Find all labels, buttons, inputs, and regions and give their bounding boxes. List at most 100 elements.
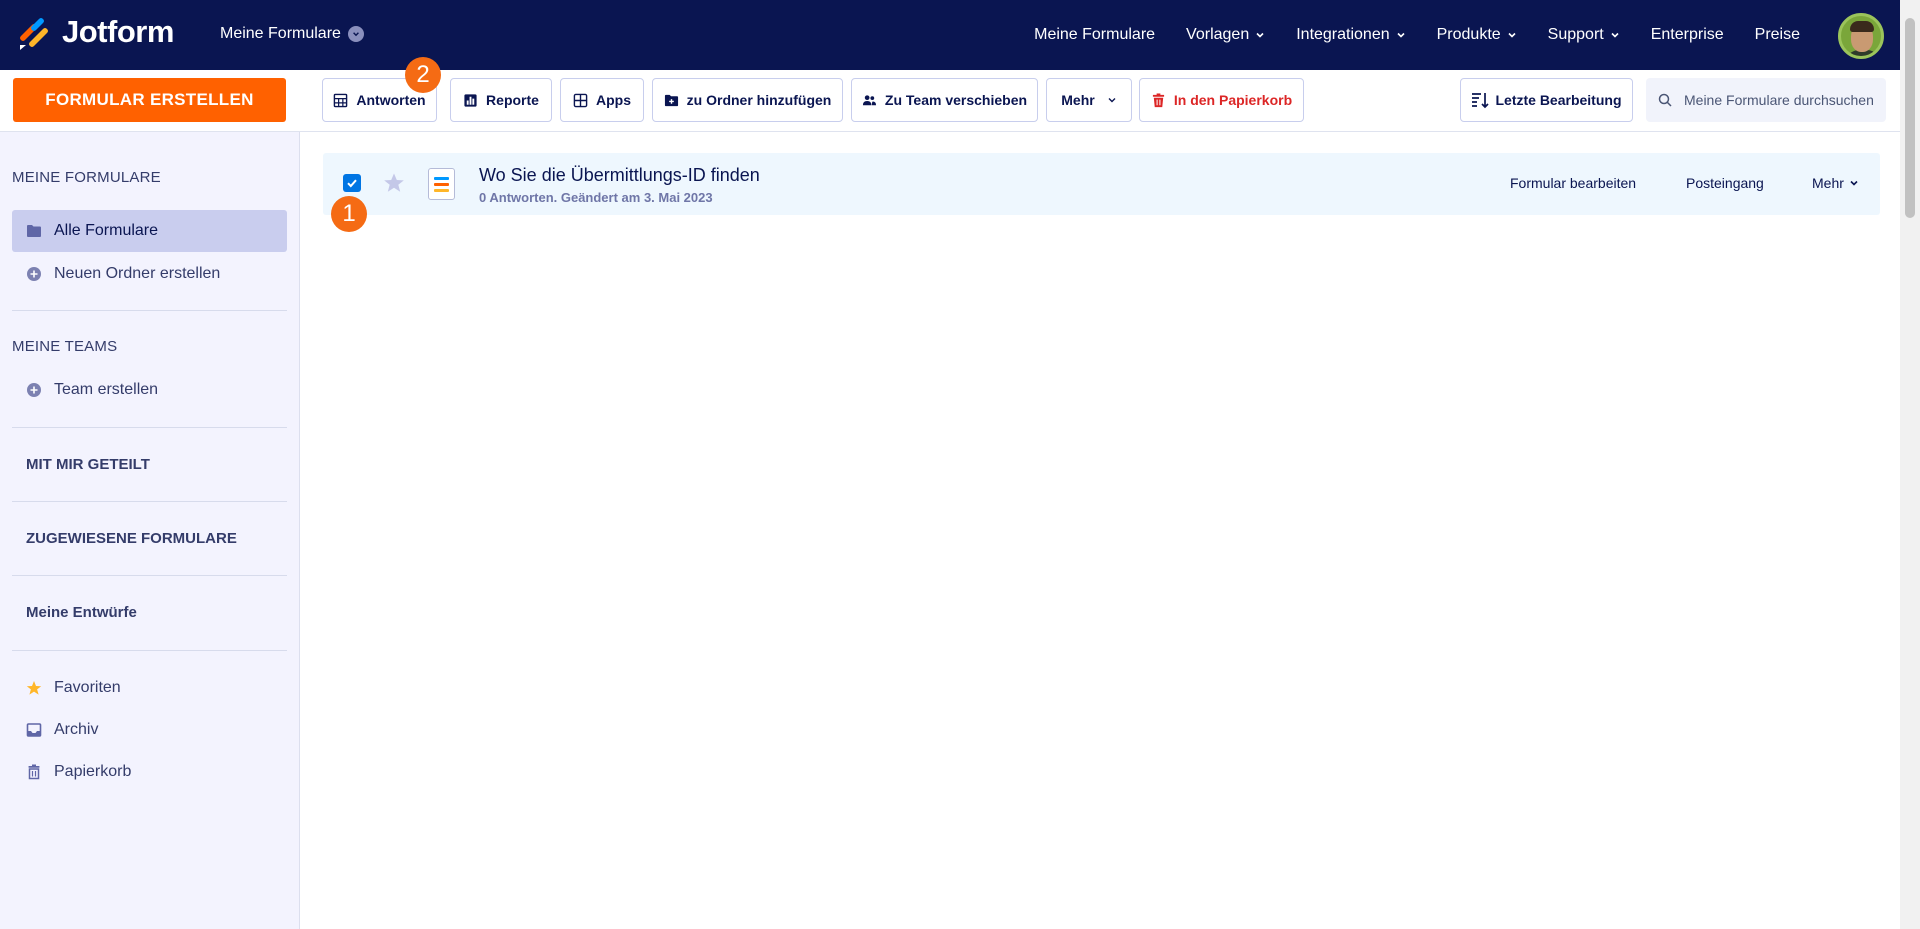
- folder-plus-icon: [664, 94, 678, 106]
- step-badge-1: 1: [331, 196, 367, 232]
- jotform-logo-icon: [20, 18, 48, 50]
- workspace-label: Meine Formulare: [220, 25, 341, 42]
- favorite-star-icon[interactable]: [383, 172, 405, 194]
- more-actions-dropdown[interactable]: Mehr: [1046, 78, 1132, 122]
- sidebar: MEINE FORMULARE Alle Formulare Neuen Ord…: [0, 132, 300, 929]
- create-form-button[interactable]: FORMULAR ERSTELLEN: [13, 78, 286, 122]
- edit-form-link[interactable]: Formular bearbeiten: [1510, 175, 1636, 191]
- main-nav: Meine Formulare Vorlagen Integrationen P…: [1003, 0, 1800, 70]
- search-icon: [1658, 93, 1672, 107]
- jotform-logo[interactable]: Jotform: [18, 14, 174, 50]
- nav-pricing[interactable]: Preise: [1755, 26, 1800, 44]
- sidebar-item-archive[interactable]: Archiv: [12, 709, 287, 751]
- chevron-down-icon: [1850, 180, 1858, 186]
- avatar[interactable]: [1838, 13, 1884, 59]
- responses-label: Antworten: [356, 92, 426, 108]
- brand-name: Jotform: [62, 14, 174, 49]
- add-to-folder-label: zu Ordner hinzufügen: [686, 92, 832, 108]
- inbox-link[interactable]: Posteingang: [1686, 175, 1764, 191]
- scrollbar-thumb[interactable]: [1905, 18, 1915, 218]
- nav-support[interactable]: Support: [1548, 26, 1620, 44]
- folder-icon: [27, 225, 41, 237]
- nav-label: Meine Formulare: [1034, 26, 1156, 43]
- sort-button[interactable]: Letzte Bearbeitung: [1460, 78, 1633, 122]
- form-meta: 0 Antworten. Geändert am 3. Mai 2023: [479, 190, 713, 205]
- sidebar-item-label: Neuen Ordner erstellen: [54, 265, 221, 282]
- trash-icon: [1152, 92, 1164, 107]
- sidebar-item-assigned-forms[interactable]: ZUGEWIESENE FORMULARE: [26, 530, 237, 547]
- nav-label: Support: [1547, 26, 1604, 43]
- nav-label: Vorlagen: [1186, 26, 1250, 43]
- sidebar-item-label: Alle Formulare: [54, 222, 159, 239]
- chevron-down-icon: [1611, 32, 1619, 38]
- nav-my-forms[interactable]: Meine Formulare: [1034, 26, 1155, 44]
- archive-tray-icon: [26, 723, 42, 737]
- nav-templates[interactable]: Vorlagen: [1186, 26, 1265, 44]
- sidebar-divider: [12, 501, 287, 502]
- form-list-item[interactable]: Wo Sie die Übermittlungs-ID finden 0 Ant…: [323, 153, 1880, 215]
- trash-icon: [28, 764, 40, 780]
- sidebar-item-trash[interactable]: Papierkorb: [12, 751, 287, 793]
- move-to-trash-label: In den Papierkorb: [1173, 92, 1293, 108]
- top-navigation-bar: Jotform Meine Formulare Meine Formulare …: [0, 0, 1900, 70]
- step-badge-2: 2: [405, 57, 441, 93]
- sidebar-item-my-drafts[interactable]: Meine Entwürfe: [26, 604, 137, 621]
- sidebar-item-create-team[interactable]: Team erstellen: [12, 369, 287, 411]
- sidebar-divider: [12, 427, 287, 428]
- sidebar-item-label: Papierkorb: [54, 763, 132, 780]
- my-teams-heading: MEINE TEAMS: [12, 338, 118, 355]
- plus-circle-icon: [27, 383, 41, 397]
- sidebar-item-label: Favoriten: [54, 679, 121, 696]
- nav-products[interactable]: Produkte: [1437, 26, 1517, 44]
- sort-label: Letzte Bearbeitung: [1495, 92, 1622, 108]
- my-forms-heading: MEINE FORMULARE: [12, 169, 161, 186]
- sidebar-item-favorites[interactable]: Favoriten: [12, 667, 287, 709]
- reports-button[interactable]: Reporte: [450, 78, 552, 122]
- form-title[interactable]: Wo Sie die Übermittlungs-ID finden: [479, 165, 760, 186]
- chevron-down-icon: [1108, 98, 1116, 103]
- select-form-checkbox[interactable]: [343, 174, 361, 192]
- sidebar-item-label: Team erstellen: [54, 381, 159, 398]
- chevron-down-icon: [347, 26, 364, 42]
- report-chart-icon: [464, 93, 477, 107]
- sidebar-item-shared-with-me[interactable]: MIT MIR GETEILT: [26, 456, 150, 473]
- search-box: [1646, 78, 1886, 122]
- apps-button[interactable]: Apps: [560, 78, 644, 122]
- sidebar-item-label: Archiv: [54, 721, 99, 738]
- chevron-down-icon: [1256, 32, 1264, 38]
- move-to-team-button[interactable]: Zu Team verschieben: [851, 78, 1038, 122]
- chevron-down-icon: [1397, 32, 1405, 38]
- workspace-switcher[interactable]: Meine Formulare: [220, 25, 364, 43]
- nav-integrations[interactable]: Integrationen: [1296, 26, 1405, 44]
- table-icon: [334, 93, 348, 107]
- search-input[interactable]: [1684, 92, 1874, 108]
- chevron-down-icon: [1508, 32, 1516, 38]
- move-to-trash-button[interactable]: In den Papierkorb: [1139, 78, 1304, 122]
- move-to-team-label: Zu Team verschieben: [884, 92, 1028, 108]
- apps-grid-icon: [573, 93, 588, 107]
- sidebar-divider: [12, 650, 287, 651]
- sidebar-item-new-folder[interactable]: Neuen Ordner erstellen: [12, 253, 287, 295]
- nav-enterprise[interactable]: Enterprise: [1651, 26, 1724, 44]
- sidebar-divider: [12, 575, 287, 576]
- action-toolbar: FORMULAR ERSTELLEN Antworten Reporte App…: [0, 70, 1900, 132]
- add-to-folder-button[interactable]: zu Ordner hinzufügen: [652, 78, 843, 122]
- star-icon: [26, 681, 42, 695]
- page-scrollbar[interactable]: [1900, 0, 1920, 929]
- nav-label: Enterprise: [1650, 26, 1724, 43]
- row-more-label: Mehr: [1812, 175, 1844, 191]
- checkmark-icon: [347, 179, 357, 188]
- plus-circle-icon: [27, 267, 41, 281]
- nav-label: Integrationen: [1296, 26, 1390, 43]
- team-icon: [862, 94, 876, 105]
- nav-label: Preise: [1754, 26, 1800, 43]
- form-type-icon: [428, 168, 455, 200]
- sort-icon: [1472, 93, 1490, 109]
- sidebar-divider: [12, 310, 287, 311]
- apps-label: Apps: [596, 92, 631, 108]
- row-more-dropdown[interactable]: Mehr: [1812, 175, 1859, 191]
- reports-label: Reporte: [486, 92, 539, 108]
- more-label: Mehr: [1061, 92, 1095, 108]
- sidebar-item-all-forms[interactable]: Alle Formulare: [12, 210, 287, 252]
- nav-label: Produkte: [1436, 26, 1501, 43]
